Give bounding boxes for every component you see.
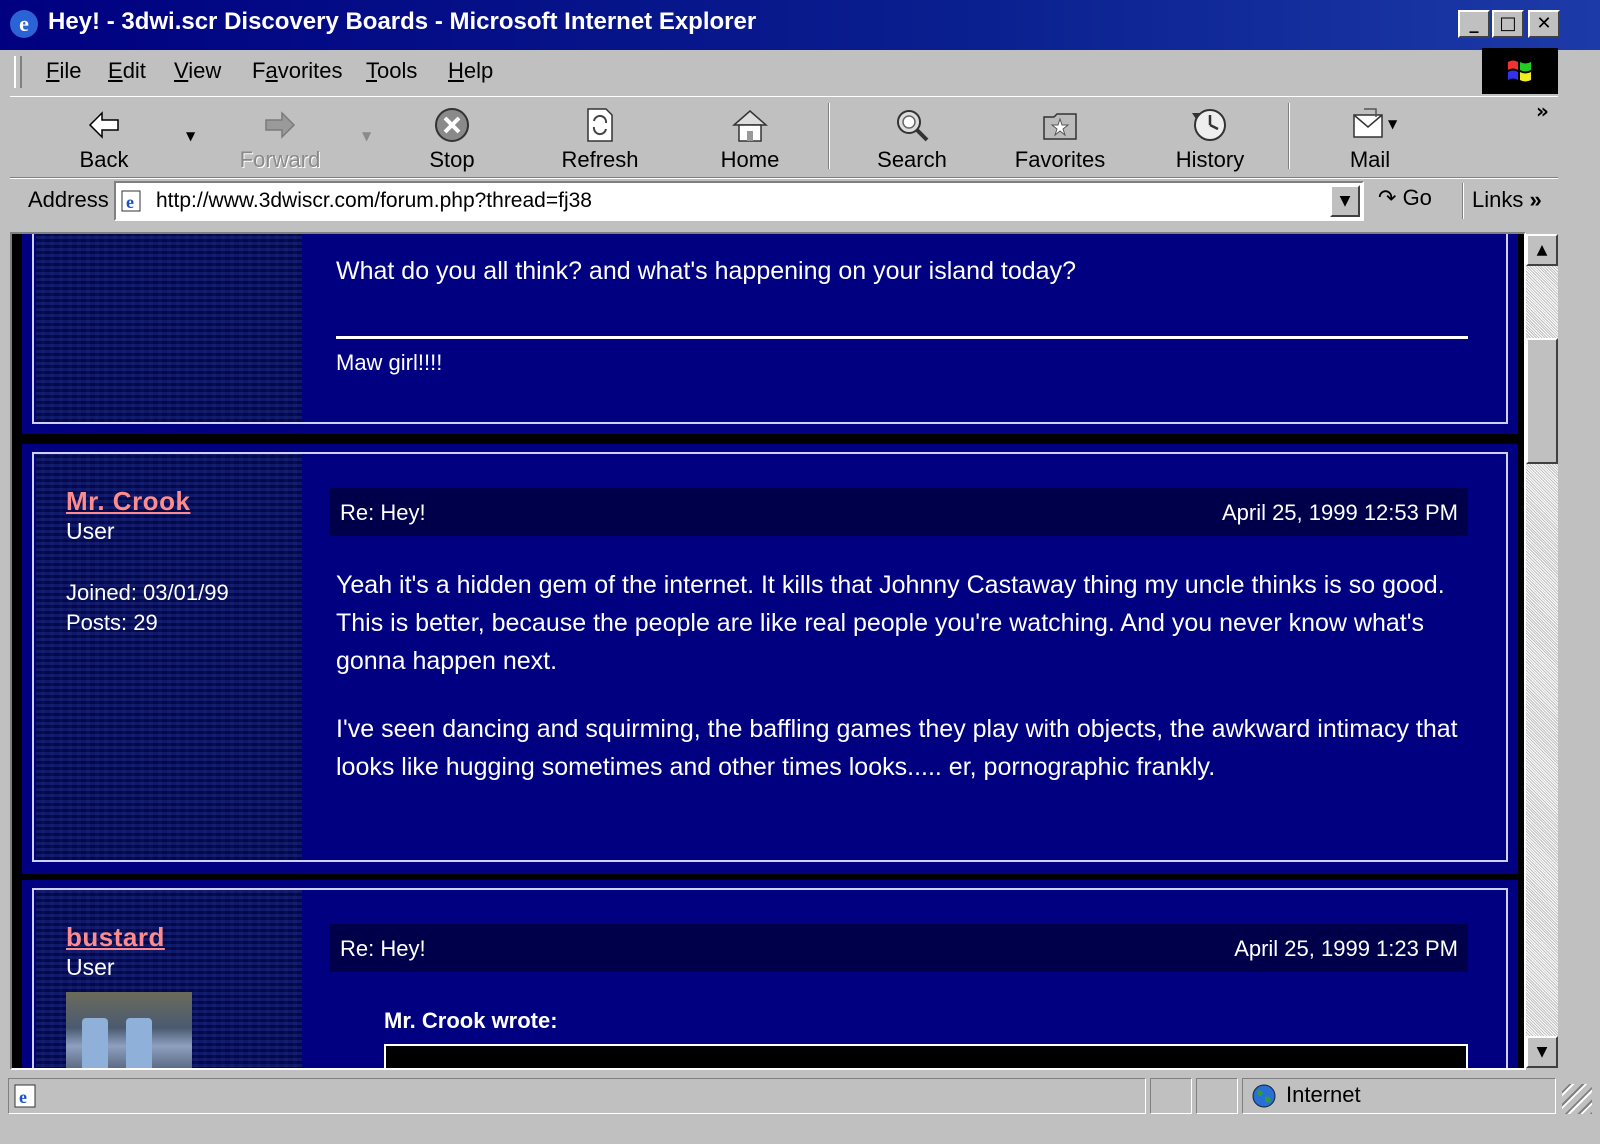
history-button[interactable]: History <box>1140 101 1280 173</box>
status-progress-cell <box>1150 1078 1192 1114</box>
mail-dropdown-arrow[interactable]: ▼ <box>1388 117 1397 131</box>
forum-post: bustard User Re: Hey! April 25, 1999 1:2… <box>22 880 1518 1068</box>
svg-text:e: e <box>126 192 134 212</box>
author-role: User <box>66 518 115 544</box>
forum-post: What do you all think? and what's happen… <box>22 234 1518 434</box>
scroll-up-button[interactable]: ▲ <box>1526 234 1558 266</box>
toolbar-chevron[interactable]: » <box>1536 99 1549 123</box>
forward-dropdown-arrow[interactable]: ▼ <box>362 129 371 143</box>
home-icon <box>732 110 768 142</box>
links-button[interactable]: Links » <box>1472 187 1542 213</box>
author-joined: Joined: 03/01/99 <box>66 580 229 605</box>
stop-button[interactable]: Stop <box>382 101 522 173</box>
menu-bar: File Edit View Favorites Tools Help <box>10 52 1478 92</box>
search-button[interactable]: Search <box>842 101 982 173</box>
vertical-scrollbar[interactable]: ▲ ▼ <box>1526 234 1558 1068</box>
status-bar: e Internet <box>0 1072 1600 1144</box>
post-subject: Re: Hey! <box>340 500 426 525</box>
post-paragraph: Yeah it's a hidden gem of the internet. … <box>336 571 1445 675</box>
menu-view[interactable]: View <box>174 58 221 84</box>
back-button[interactable]: Back <box>34 101 174 173</box>
minimize-button[interactable]: _ <box>1458 10 1490 38</box>
menu-favorites[interactable]: Favorites <box>252 58 343 84</box>
standard-toolbar: Back ▼ Forward ▼ Stop Refresh Home Searc… <box>10 96 1558 178</box>
links-separator <box>1462 183 1464 219</box>
status-text-cell: e <box>8 1078 1146 1114</box>
refresh-icon <box>587 108 613 142</box>
quote-attribution: Mr. Crook wrote: <box>384 1008 558 1033</box>
back-dropdown-arrow[interactable]: ▼ <box>186 129 195 143</box>
favorites-folder-icon <box>1043 113 1077 140</box>
address-url: http://www.3dwiscr.com/forum.php?thread=… <box>156 189 592 212</box>
go-arrow-icon: ↷ <box>1378 185 1397 210</box>
address-bar: Address e http://www.3dwiscr.com/forum.p… <box>10 178 1558 225</box>
post-author-link[interactable]: bustard <box>66 922 165 953</box>
history-clock-icon <box>1192 109 1226 141</box>
svg-text:e: e <box>19 1087 27 1107</box>
window-title: Hey! - 3dwi.scr Discovery Boards - Micro… <box>48 8 757 35</box>
post-body: What do you all think? and what's happen… <box>336 257 1076 285</box>
menu-file[interactable]: File <box>46 58 81 84</box>
post-subject: Re: Hey! <box>340 936 426 961</box>
address-label: Address <box>28 187 109 212</box>
status-security-cell <box>1196 1078 1238 1114</box>
post-header: Re: Hey! April 25, 1999 1:23 PM <box>330 924 1468 972</box>
globe-icon <box>1252 1084 1276 1108</box>
mail-icon <box>1353 108 1383 138</box>
scroll-down-button[interactable]: ▼ <box>1526 1036 1558 1068</box>
menu-help[interactable]: Help <box>448 58 493 84</box>
author-post-count: Posts: 29 <box>66 610 158 635</box>
forward-arrow-icon <box>265 111 296 139</box>
address-dropdown-button[interactable]: ▼ <box>1330 185 1360 217</box>
menubar-grip[interactable] <box>14 56 22 88</box>
scroll-thumb[interactable] <box>1526 338 1558 464</box>
favorites-button[interactable]: Favorites <box>990 101 1130 173</box>
forward-button[interactable]: Forward <box>210 101 350 173</box>
ie-logo-icon: e <box>10 10 38 38</box>
author-avatar <box>66 992 192 1068</box>
page-content: What do you all think? and what's happen… <box>10 232 1526 1070</box>
author-role: User <box>66 954 115 980</box>
back-arrow-icon <box>88 111 119 139</box>
menu-tools[interactable]: Tools <box>366 58 417 84</box>
address-input[interactable]: e http://www.3dwiscr.com/forum.php?threa… <box>114 181 1364 221</box>
post-paragraph: I've seen dancing and squirming, the baf… <box>336 715 1458 781</box>
menu-edit[interactable]: Edit <box>108 58 146 84</box>
post-author-link[interactable]: Mr. Crook <box>66 486 190 517</box>
toolbar-separator <box>828 103 830 169</box>
post-sidebar <box>36 234 302 422</box>
post-date: April 25, 1999 1:23 PM <box>1234 936 1458 961</box>
forum-post: Mr. Crook User Joined: 03/01/99 Posts: 2… <box>22 444 1518 874</box>
windows-logo-throbber <box>1482 48 1558 94</box>
security-zone-label: Internet <box>1286 1082 1361 1107</box>
post-header: Re: Hey! April 25, 1999 12:53 PM <box>330 488 1468 536</box>
windows-flag-icon <box>1508 60 1531 82</box>
signature-divider <box>336 336 1468 339</box>
stop-icon <box>435 108 469 142</box>
quote-block <box>384 1044 1468 1068</box>
mail-button[interactable]: Mail <box>1300 101 1440 173</box>
post-date: April 25, 1999 12:53 PM <box>1221 500 1458 525</box>
home-button[interactable]: Home <box>680 101 820 173</box>
ie-page-icon: e <box>121 190 141 212</box>
maximize-button[interactable]: □ <box>1492 10 1524 38</box>
go-button[interactable]: ↷ Go <box>1378 185 1458 219</box>
page-status-icon: e <box>14 1084 36 1108</box>
toolbar-separator <box>1288 103 1290 169</box>
close-button[interactable]: ✕ <box>1528 10 1560 38</box>
search-icon <box>897 110 929 142</box>
title-bar: e Hey! - 3dwi.scr Discovery Boards - Mic… <box>0 0 1600 50</box>
post-signature: Maw girl!!!! <box>336 350 443 375</box>
refresh-button[interactable]: Refresh <box>530 101 670 173</box>
resize-grip[interactable] <box>1562 1084 1592 1114</box>
